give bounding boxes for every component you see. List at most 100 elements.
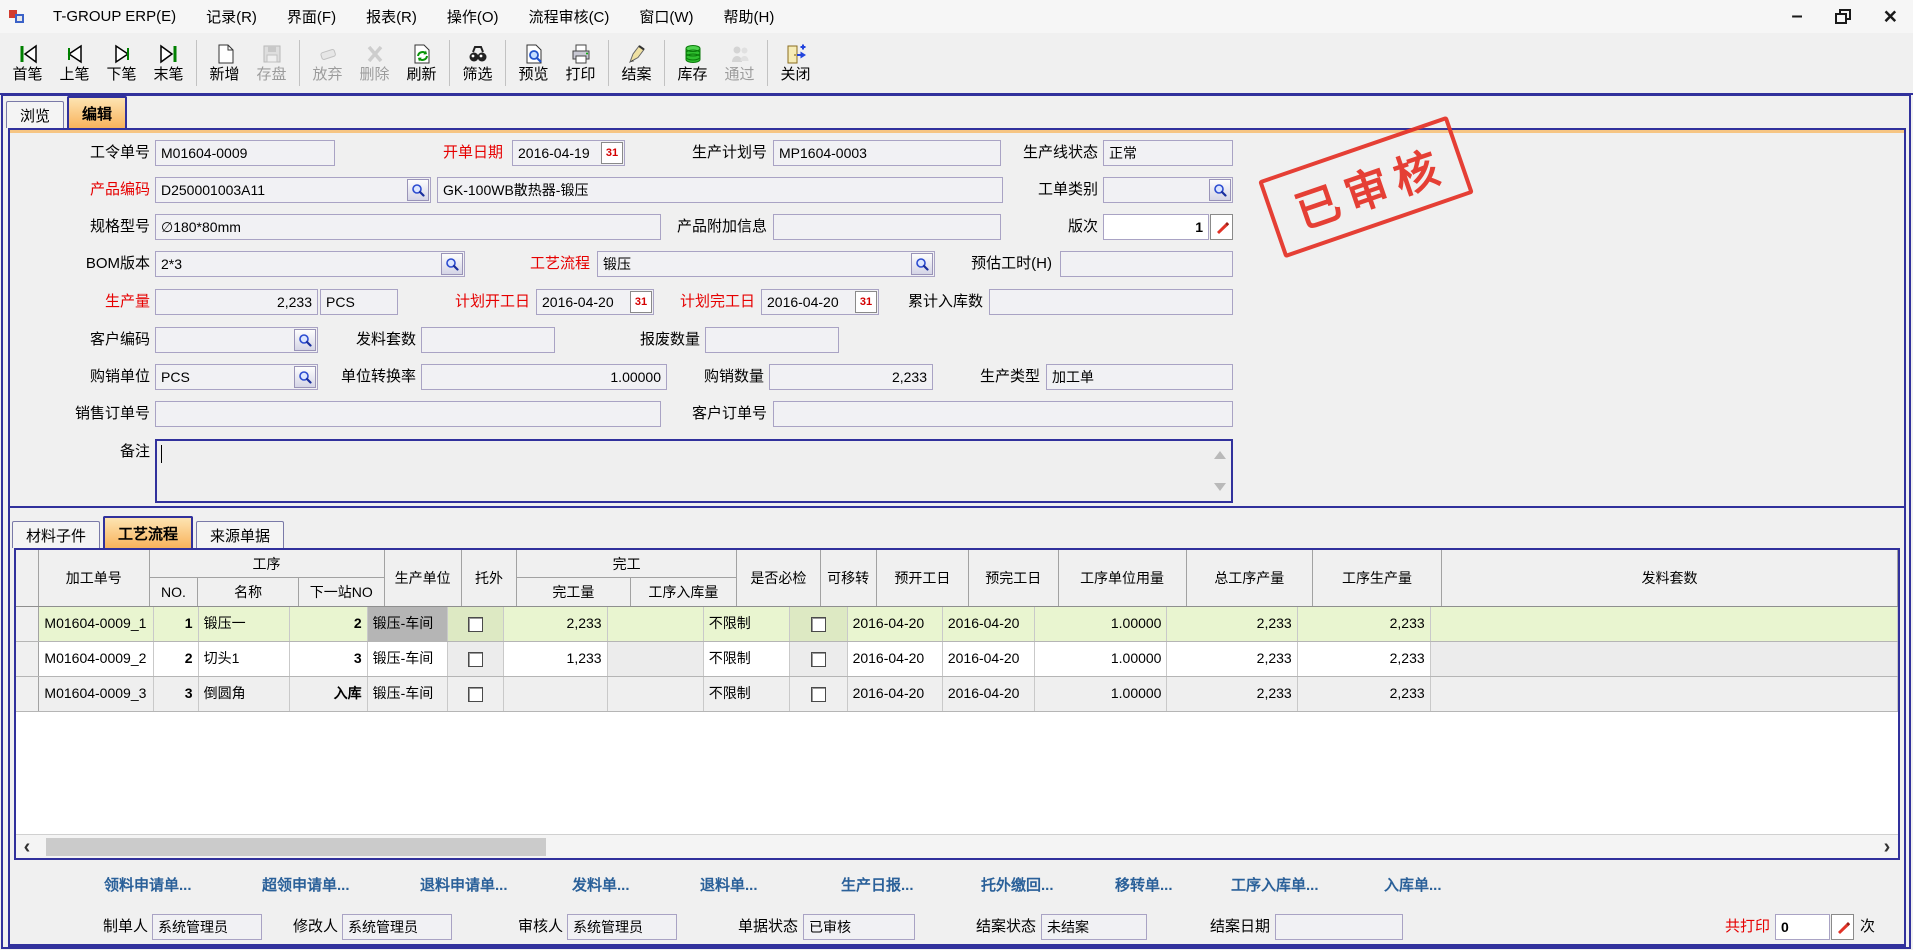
qty-unit-field[interactable]: PCS: [320, 289, 398, 315]
print-count-button[interactable]: [1831, 914, 1854, 940]
customer-code-field[interactable]: [155, 327, 318, 353]
cell-unit-usage[interactable]: 1.00000: [1035, 607, 1167, 641]
calendar-button[interactable]: 31: [630, 291, 652, 313]
first-record-button[interactable]: 首笔: [4, 35, 51, 91]
link-picking-request[interactable]: 领料申请单...: [104, 874, 192, 895]
cell-next[interactable]: 入库: [290, 677, 367, 711]
lookup-button[interactable]: [1209, 179, 1231, 201]
lookup-button[interactable]: [407, 179, 429, 201]
cell-in-qty[interactable]: [608, 607, 704, 641]
qty-field[interactable]: 2,233: [155, 289, 318, 315]
tab-browse[interactable]: 浏览: [6, 101, 64, 128]
conv-rate-field[interactable]: 1.00000: [421, 364, 667, 390]
cell-in-qty[interactable]: [608, 642, 704, 676]
cell-unit[interactable]: 锻压-车间: [368, 677, 448, 711]
exit-button[interactable]: 关闭: [772, 35, 819, 91]
transferable-checkbox[interactable]: [811, 617, 826, 632]
tab-source-docs[interactable]: 来源单据: [196, 521, 284, 548]
cell-unit[interactable]: 锻压-车间: [368, 642, 448, 676]
cell-check[interactable]: 不限制: [704, 607, 790, 641]
tab-process-route[interactable]: 工艺流程: [103, 516, 193, 548]
cell-name[interactable]: 倒圆角: [199, 677, 291, 711]
link-over-picking-request[interactable]: 超领申请单...: [262, 874, 350, 895]
outsource-checkbox[interactable]: [468, 617, 483, 632]
print-count-field[interactable]: 0: [1775, 914, 1830, 940]
refresh-button[interactable]: 刷新: [398, 35, 445, 91]
cell-next[interactable]: 2: [290, 607, 367, 641]
menu-window[interactable]: 窗口(W): [624, 0, 708, 33]
calendar-button[interactable]: 31: [601, 142, 623, 164]
cell-issue-sets[interactable]: [1431, 677, 1898, 711]
product-name-field[interactable]: GK-100WB散热器-锻压: [437, 177, 1003, 203]
next-record-button[interactable]: 下笔: [98, 35, 145, 91]
print-button[interactable]: 打印: [557, 35, 604, 91]
menu-interface[interactable]: 界面(F): [272, 0, 351, 33]
menu-operations[interactable]: 操作(O): [432, 0, 514, 33]
scroll-down-icon[interactable]: [1214, 483, 1226, 491]
close-button[interactable]: ×: [1884, 4, 1897, 28]
lookup-button[interactable]: [294, 366, 316, 388]
minimize-button[interactable]: –: [1791, 4, 1802, 28]
cell-proc-output[interactable]: 2,233: [1298, 642, 1431, 676]
cell-done[interactable]: 2,233: [504, 607, 607, 641]
prod-type-field[interactable]: 加工单: [1046, 364, 1233, 390]
work-order-field[interactable]: M01604-0009: [155, 140, 335, 166]
prev-record-button[interactable]: 上笔: [51, 35, 98, 91]
last-record-button[interactable]: 末笔: [145, 35, 192, 91]
version-field[interactable]: 1: [1103, 214, 1209, 240]
cell-check[interactable]: 不限制: [704, 642, 790, 676]
link-issue-doc[interactable]: 发料单...: [572, 874, 630, 895]
preview-button[interactable]: 预览: [510, 35, 557, 91]
plan-no-field[interactable]: MP1604-0003: [773, 140, 1001, 166]
transferable-checkbox[interactable]: [811, 687, 826, 702]
tab-edit[interactable]: 编辑: [67, 96, 127, 128]
remark-textarea[interactable]: [155, 439, 1233, 503]
cell-unit[interactable]: 锻压-车间: [368, 607, 448, 641]
bom-field[interactable]: 2*3: [155, 251, 465, 277]
cell-pre-start[interactable]: 2016-04-20: [848, 677, 943, 711]
link-in-doc[interactable]: 入库单...: [1384, 874, 1442, 895]
order-class-field[interactable]: [1103, 177, 1233, 203]
menu-help[interactable]: 帮助(H): [709, 0, 790, 33]
menu-flow-audit[interactable]: 流程审核(C): [514, 0, 625, 33]
scroll-up-icon[interactable]: [1214, 451, 1226, 459]
cell-pre-start[interactable]: 2016-04-20: [848, 607, 943, 641]
est-hours-field[interactable]: [1060, 251, 1233, 277]
cell-unit-usage[interactable]: 1.00000: [1035, 642, 1167, 676]
cell-order-no[interactable]: M01604-0009_1: [39, 607, 153, 641]
transferable-checkbox[interactable]: [811, 652, 826, 667]
link-process-in-doc[interactable]: 工序入库单...: [1231, 874, 1319, 895]
plan-end-field[interactable]: 2016-04-2031: [761, 289, 879, 315]
calendar-button[interactable]: 31: [855, 291, 877, 313]
inventory-button[interactable]: 库存: [669, 35, 716, 91]
line-status-field[interactable]: 正常: [1103, 140, 1233, 166]
cell-pre-end[interactable]: 2016-04-20: [943, 677, 1036, 711]
cell-total-output[interactable]: 2,233: [1167, 607, 1297, 641]
cell-pre-start[interactable]: 2016-04-20: [848, 642, 943, 676]
cell-name[interactable]: 锻压一: [199, 607, 291, 641]
open-date-field[interactable]: 2016-04-1931: [512, 140, 625, 166]
product-code-field[interactable]: D250001003A11: [155, 177, 431, 203]
cell-no[interactable]: 2: [154, 642, 199, 676]
extra-info-field[interactable]: [773, 214, 1001, 240]
outsource-checkbox[interactable]: [468, 687, 483, 702]
cell-pre-end[interactable]: 2016-04-20: [943, 642, 1036, 676]
scroll-right-arrow[interactable]: ›: [1876, 835, 1898, 859]
scrap-qty-field[interactable]: [705, 327, 839, 353]
filter-button[interactable]: 筛选: [454, 35, 501, 91]
cell-proc-output[interactable]: 2,233: [1298, 607, 1431, 641]
sale-unit-field[interactable]: PCS: [155, 364, 318, 390]
cell-pre-end[interactable]: 2016-04-20: [943, 607, 1036, 641]
link-return-request[interactable]: 退料申请单...: [420, 874, 508, 895]
link-transfer-doc[interactable]: 移转单...: [1115, 874, 1173, 895]
lookup-button[interactable]: [294, 329, 316, 351]
menu-reports[interactable]: 报表(R): [351, 0, 432, 33]
cell-in-qty[interactable]: [608, 677, 704, 711]
cell-no[interactable]: 3: [154, 677, 199, 711]
new-button[interactable]: 新增: [201, 35, 248, 91]
link-outsource-return[interactable]: 托外缴回...: [981, 874, 1054, 895]
issue-sets-field[interactable]: [421, 327, 555, 353]
close-case-button[interactable]: 结案: [613, 35, 660, 91]
cell-check[interactable]: 不限制: [704, 677, 790, 711]
row-selector-cell[interactable]: [16, 642, 39, 676]
